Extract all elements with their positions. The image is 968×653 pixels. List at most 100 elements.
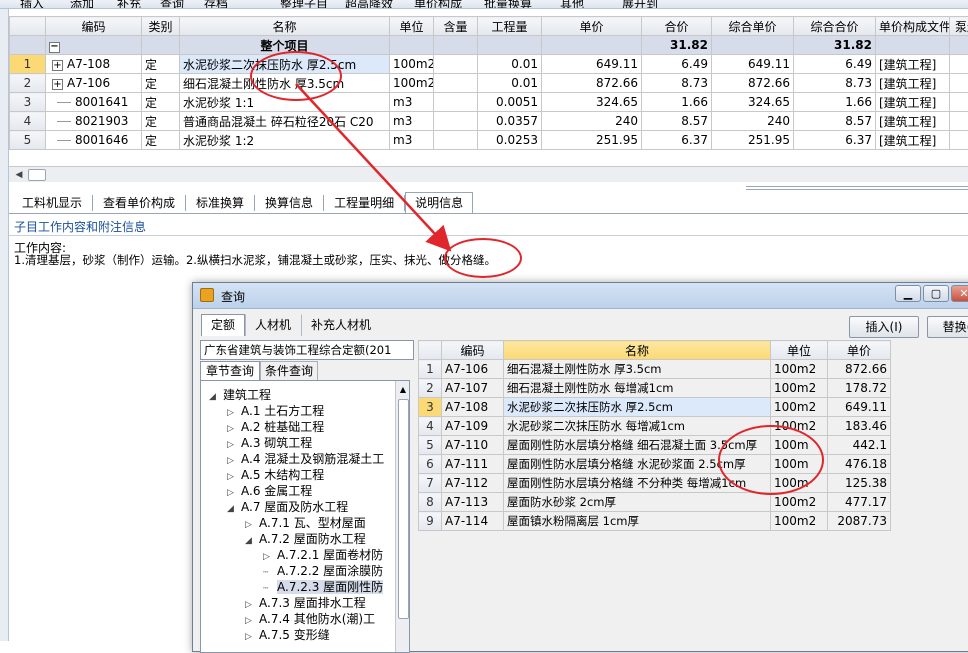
grid-header-quantity[interactable]: 工程量 xyxy=(478,17,542,36)
tree-node[interactable]: ◢A.7 屋面及防水工程 xyxy=(201,499,396,515)
expand-icon[interactable]: + xyxy=(52,60,63,71)
insert-button[interactable]: 插入(I) xyxy=(849,316,919,338)
scroll-up-icon[interactable]: ▲ xyxy=(398,385,408,394)
tree-node[interactable]: ▷A.3 砌筑工程 xyxy=(201,435,396,451)
tree-node[interactable]: ▷A.7.1 瓦、型材屋面 xyxy=(201,515,396,531)
tab-chapter-query[interactable]: 章节查询 xyxy=(200,361,260,380)
result-cell-code: A7-108 xyxy=(442,398,504,417)
toolbar-organize[interactable]: 整理子目 xyxy=(280,0,328,9)
result-header-price[interactable]: 单价 xyxy=(828,341,891,360)
table-row[interactable]: 3A7-108水泥砂浆二次抹压防水 厚2.5cm100m2649.11 xyxy=(419,398,891,417)
tab-labor-material-machine[interactable]: 人材机 xyxy=(245,314,301,336)
grid-header-type[interactable]: 类别 xyxy=(142,17,180,36)
table-row[interactable]: 2 +A7-106 定 细石混凝土刚性防水 厚3.5cm 100m2 0.01 … xyxy=(10,74,968,93)
tab-quantity-detail[interactable]: 工程量明细 xyxy=(324,192,404,214)
grid-horizontal-scrollbar[interactable]: ◀ xyxy=(9,166,968,182)
result-header-unit[interactable]: 单位 xyxy=(771,341,828,360)
tree-node[interactable]: ▷A.6 金属工程 xyxy=(201,483,396,499)
table-row[interactable]: 9A7-114屋面镇水粉隔离层 1cm厚100m22087.73 xyxy=(419,512,891,531)
toolbar-supplement[interactable]: 补充 xyxy=(117,0,141,9)
toolbar-expand-to[interactable]: 展开到 xyxy=(622,0,658,9)
toolbar: 插入 添加 补充 查询 存档 整理子目 超高降效 单价构成 批量换算 其他 展开… xyxy=(0,0,968,9)
toolbar-archive[interactable]: 存档 xyxy=(204,0,228,9)
tree-node[interactable]: ▷A.1 土石方工程 xyxy=(201,403,396,419)
table-row[interactable]: 4 8021903 定 普通商品混凝土 碎石粒径20石 C20 m3 0.035… xyxy=(10,112,968,131)
tab-conversion-info[interactable]: 换算信息 xyxy=(255,192,323,214)
tab-condition-query[interactable]: 条件查询 xyxy=(260,361,318,380)
library-select[interactable]: 广东省建筑与装饰工程综合定额(201 xyxy=(200,340,414,360)
grid-header-price[interactable]: 单价 xyxy=(542,17,642,36)
result-cell-unit: 100m2 xyxy=(771,360,828,379)
maximize-icon[interactable]: ▢ xyxy=(923,285,949,302)
tree-node[interactable]: ┄A.7.2.2 屋面涂膜防 xyxy=(201,563,396,579)
tree-node-label: A.7.2.3 屋面刚性防 xyxy=(277,580,383,594)
tree-node[interactable]: ▷A.7.4 其他防水(潮)工 xyxy=(201,611,396,627)
scroll-left-icon[interactable]: ◀ xyxy=(13,169,25,181)
tree-node[interactable]: ▷A.4 混凝土及钢筋混凝土工 xyxy=(201,451,396,467)
tab-standard-conversion[interactable]: 标准换算 xyxy=(186,192,254,214)
tree-node[interactable]: ◢A.7.2 屋面防水工程 xyxy=(201,531,396,547)
table-row[interactable]: 1 +A7-108 定 水泥砂浆二次抹压防水 厚2.5cm 100m2 0.01… xyxy=(10,55,968,74)
replace-button[interactable]: 替换( xyxy=(927,316,968,338)
toolbar-add[interactable]: 添加 xyxy=(70,0,94,9)
tree-toggle-icon[interactable]: ▷ xyxy=(245,629,259,645)
tree-node[interactable]: ◢建筑工程 xyxy=(201,387,396,403)
tab-quota[interactable]: 定额 xyxy=(201,314,245,336)
toolbar-other[interactable]: 其他 xyxy=(560,0,584,9)
result-cell-idx: 9 xyxy=(419,512,442,531)
tree-toggle-icon[interactable]: ◢ xyxy=(245,533,259,549)
tree-node[interactable]: ▷A.2 桩基础工程 xyxy=(201,419,396,435)
grid-header-pump[interactable]: 泵送 xyxy=(950,17,968,36)
table-row[interactable]: 7A7-112屋面刚性防水层填分格缝 不分种类 每增减1cm100m125.38 xyxy=(419,474,891,493)
table-row[interactable]: 2A7-107细石混凝土刚性防水 每增减1cm100m2178.72 xyxy=(419,379,891,398)
close-icon[interactable]: ✕ xyxy=(951,285,968,302)
toolbar-price-composition[interactable]: 单价构成 xyxy=(414,0,462,9)
result-header-code[interactable]: 编码 xyxy=(442,341,504,360)
grid-header-comp-total[interactable]: 综合合价 xyxy=(794,17,876,36)
dialog-titlebar[interactable]: 查询 ▁ ▢ ✕ xyxy=(193,283,968,309)
result-cell-code: A7-109 xyxy=(442,417,504,436)
tab-supplement-lmm[interactable]: 补充人材机 xyxy=(301,314,381,336)
result-cell-idx: 1 xyxy=(419,360,442,379)
tree-vertical-scrollbar[interactable]: ▲ xyxy=(395,381,410,653)
toolbar-batch-convert[interactable]: 批量换算 xyxy=(484,0,532,9)
info-section-title: 子目工作内容和附注信息 xyxy=(14,218,146,235)
tree-node[interactable]: ▷A.7.3 屋面排水工程 xyxy=(201,595,396,611)
toolbar-super-height[interactable]: 超高降效 xyxy=(345,0,393,9)
tree-toggle-icon[interactable]: ◢ xyxy=(227,501,241,517)
dialog-title: 查询 xyxy=(221,288,245,305)
scrollbar-thumb[interactable] xyxy=(28,169,46,181)
table-row[interactable]: 4A7-109水泥砂浆二次抹压防水 每增减1cm100m2183.46 xyxy=(419,417,891,436)
total-row[interactable]: − 整个项目 31.82 31.82 xyxy=(10,36,968,55)
result-cell-name: 细石混凝土刚性防水 厚3.5cm xyxy=(504,360,771,379)
grid-header-content[interactable]: 含量 xyxy=(434,17,478,36)
toolbar-query[interactable]: 查询 xyxy=(160,0,184,9)
tab-material-display[interactable]: 工料机显示 xyxy=(12,192,92,214)
result-header-name[interactable]: 名称 xyxy=(504,341,771,360)
expand-icon[interactable]: + xyxy=(52,79,63,90)
tree-node-label: A.7.4 其他防水(潮)工 xyxy=(259,612,375,626)
grid-header-code[interactable]: 编码 xyxy=(46,17,142,36)
minimize-icon[interactable]: ▁ xyxy=(895,285,921,302)
grid-header-total[interactable]: 合价 xyxy=(642,17,712,36)
table-row[interactable]: 3 8001641 定 水泥砂浆 1:1 m3 0.0051 324.65 1.… xyxy=(10,93,968,112)
tree-node[interactable]: ▷A.5 木结构工程 xyxy=(201,467,396,483)
tab-price-composition[interactable]: 查看单价构成 xyxy=(93,192,185,214)
grid-header-row: 编码 类别 名称 单位 含量 工程量 单价 合价 综合单价 综合合价 单价构成文… xyxy=(10,17,968,36)
tree-toggle-icon[interactable]: ◢ xyxy=(209,389,223,405)
table-row[interactable]: 1A7-106细石混凝土刚性防水 厚3.5cm100m2872.66 xyxy=(419,360,891,379)
grid-header-comp-price[interactable]: 综合单价 xyxy=(712,17,794,36)
table-row[interactable]: 5 8001646 定 水泥砂浆 1:2 m3 0.0253 251.95 6.… xyxy=(10,131,968,150)
left-side-strip xyxy=(0,9,9,641)
toolbar-insert[interactable]: 插入 xyxy=(20,0,44,9)
collapse-icon[interactable]: − xyxy=(49,42,60,53)
tree-node[interactable]: ▷A.7.2.1 屋面卷材防 xyxy=(201,547,396,563)
tree-node[interactable]: ┄A.7.2.3 屋面刚性防 xyxy=(201,579,396,595)
splitter-handle[interactable] xyxy=(746,186,968,190)
grid-header-unit[interactable]: 单位 xyxy=(390,17,434,36)
tab-description-info[interactable]: 说明信息 xyxy=(405,192,473,214)
tree-scrollbar-thumb[interactable] xyxy=(398,399,409,619)
grid-header-file[interactable]: 单价构成文件 xyxy=(876,17,950,36)
table-row[interactable]: 8A7-113屋面防水砂浆 2cm厚100m2477.17 xyxy=(419,493,891,512)
grid-header-name[interactable]: 名称 xyxy=(180,17,390,36)
